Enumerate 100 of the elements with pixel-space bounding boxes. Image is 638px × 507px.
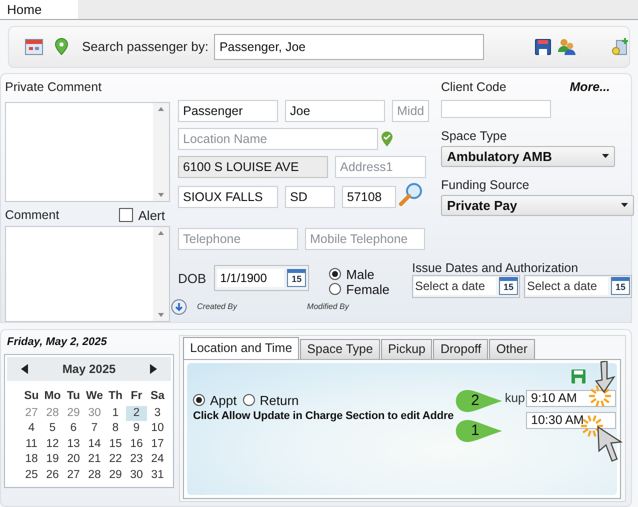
calendar-day[interactable]: 4 (21, 421, 42, 437)
calendar-day[interactable]: 24 (147, 452, 168, 468)
calendar-day[interactable]: 16 (126, 436, 147, 452)
calendar-day[interactable]: 23 (126, 452, 147, 468)
notice-text: Click Allow Update in Charge Section to edit Addre (193, 410, 455, 422)
calendar-day[interactable]: 22 (105, 452, 126, 468)
date-field[interactable]: Select a date 15 (524, 274, 632, 298)
space-type-dropdown[interactable]: Ambulatory AMB (441, 146, 615, 167)
zip-field[interactable]: 57108 (342, 186, 396, 208)
calendar-day[interactable]: 31 (147, 468, 168, 484)
tab[interactable]: Other (489, 338, 535, 359)
add-document-icon[interactable] (612, 38, 629, 56)
calendar-day[interactable]: 6 (63, 421, 84, 437)
calendar-day[interactable]: 13 (63, 436, 84, 452)
calendar-day[interactable]: 3 (147, 406, 168, 422)
calendar-day[interactable]: 18 (21, 452, 42, 468)
search-field[interactable]: Passenger, Joe (214, 34, 484, 60)
callout-badge: 1 (455, 418, 503, 443)
comment-field[interactable] (5, 226, 170, 322)
city-field[interactable]: SIOUX FALLS (178, 186, 278, 208)
calendar-day[interactable]: 30 (126, 468, 147, 484)
people-icon[interactable] (558, 38, 576, 56)
date-field[interactable]: 1/1/1900 15 (214, 264, 310, 291)
calendar-day[interactable]: 17 (147, 436, 168, 452)
callout-badge: 2 (455, 388, 503, 413)
last-name-field[interactable]: Passenger (178, 100, 278, 122)
date-field[interactable]: Select a date 15 (412, 274, 520, 298)
more-link[interactable]: More... (570, 80, 610, 94)
telephone-field[interactable]: Telephone (178, 228, 298, 250)
private-comment-field[interactable] (5, 102, 170, 202)
home-tab[interactable]: Home (0, 0, 78, 19)
calendar-day[interactable]: 11 (21, 436, 42, 452)
calendar-day[interactable]: 10 (147, 421, 168, 437)
calendar-day[interactable]: 26 (42, 468, 63, 484)
calendar-day[interactable]: 20 (63, 452, 84, 468)
calendar-day[interactable]: 2 (126, 406, 147, 422)
scroll-down-icon[interactable] (158, 312, 164, 317)
radio-button[interactable] (193, 394, 205, 406)
calendar-day[interactable]: 5 (42, 421, 63, 437)
tab[interactable]: Pickup (380, 338, 432, 359)
tab[interactable]: Location and Time (183, 336, 300, 359)
appointment-time-field[interactable]: 10:30 AM (526, 412, 616, 429)
cursor-icon (597, 426, 623, 462)
tab[interactable]: Dropoff (433, 338, 488, 359)
calendar-day[interactable]: 27 (63, 468, 84, 484)
address-field[interactable]: Address1 (335, 156, 426, 178)
previous-month-button[interactable] (21, 364, 28, 374)
client-code-label: Client Code (441, 80, 506, 94)
radio-label: Male (346, 266, 374, 282)
scroll-up-icon[interactable] (158, 106, 164, 111)
radio-button[interactable] (242, 394, 255, 406)
weekday-label: Mo (43, 388, 62, 404)
first-name-field[interactable]: Joe (285, 100, 385, 122)
alert-checkbox[interactable] (119, 208, 134, 222)
radio-label: Female (346, 282, 390, 297)
location-name-field[interactable]: Location Name (178, 128, 378, 150)
calendar-day[interactable]: 28 (84, 468, 105, 484)
mobile-telephone-field[interactable]: Mobile Telephone (305, 228, 425, 250)
weekday-label: We (84, 388, 104, 404)
calendar-day[interactable]: 8 (105, 421, 126, 437)
radio-button[interactable] (329, 268, 342, 280)
calendar-day[interactable]: 29 (63, 406, 84, 422)
calendar-day[interactable]: 27 (21, 406, 42, 422)
calendar-day[interactable]: 19 (42, 452, 63, 468)
map-pin-icon[interactable] (55, 38, 68, 56)
pickup-time-field[interactable]: 9:10 AM (526, 390, 616, 407)
issue-dates-label: Issue Dates and Authorization (412, 260, 580, 275)
calendar-day[interactable]: 30 (84, 406, 105, 422)
next-month-button[interactable] (150, 364, 157, 374)
location-check-icon[interactable] (381, 130, 393, 147)
calendar-day[interactable]: 12 (42, 436, 63, 452)
funding-source-dropdown[interactable]: Private Pay (441, 194, 634, 216)
dob-label: DOB (178, 270, 206, 286)
calendar-day[interactable]: 29 (105, 468, 126, 484)
scroll-down-icon[interactable] (158, 192, 164, 197)
calendar-day[interactable]: 25 (21, 468, 42, 484)
click-burst-icon (588, 384, 612, 408)
alert-label: Alert (138, 208, 165, 223)
scroll-up-icon[interactable] (158, 230, 164, 235)
modified-by-label: Modified By (307, 302, 349, 312)
calendar-day[interactable]: 15 (105, 436, 126, 452)
state-field[interactable]: SD (285, 186, 335, 208)
calendar-day[interactable]: 1 (105, 406, 126, 422)
calendar-day[interactable]: 28 (42, 406, 63, 422)
calendar-icon[interactable] (25, 38, 43, 55)
calendar-day[interactable]: 7 (84, 421, 105, 437)
radio-label: Appt (210, 392, 237, 408)
comment-label: Comment (5, 208, 60, 222)
middle-name-field[interactable]: Midd (392, 100, 429, 122)
save-icon[interactable] (535, 38, 551, 55)
client-code-field[interactable] (441, 100, 551, 118)
calendar-button[interactable]: 15 (287, 268, 306, 287)
calendar-button[interactable]: 15 (611, 277, 630, 296)
calendar-day[interactable]: 21 (84, 452, 105, 468)
calendar-day[interactable]: 9 (126, 421, 147, 437)
calendar-button[interactable]: 15 (499, 277, 518, 296)
tab[interactable]: Space Type (300, 338, 380, 359)
calendar-day[interactable]: 14 (84, 436, 105, 452)
search-icon[interactable] (399, 182, 423, 206)
radio-button[interactable] (329, 283, 342, 296)
